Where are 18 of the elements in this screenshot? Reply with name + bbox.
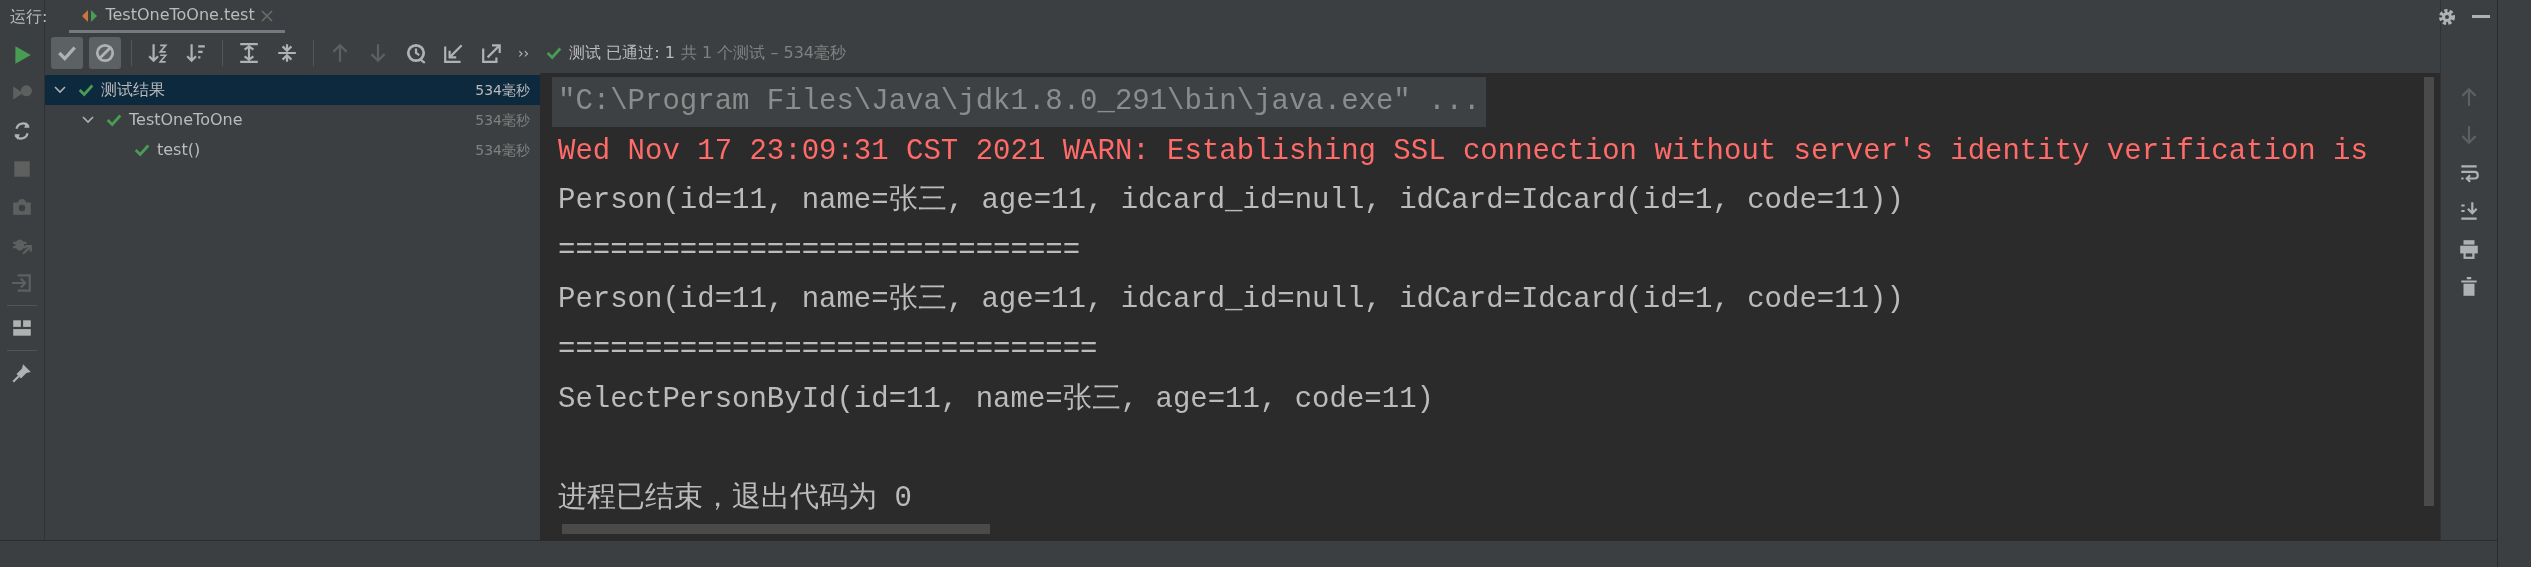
status-result: 测试 已通过: 1 [569, 42, 675, 64]
output-line: Person(id=11, name=张三, age=11, idcard_id=null, idCard=Idcard(id=1, code=11)) [557, 183, 1905, 220]
panel-label: 运行: [10, 5, 48, 28]
test-duration: 534毫秒 [475, 140, 530, 160]
status-summary: 共 1 个测试 – 534毫秒 [680, 42, 846, 64]
test-duration: 534毫秒 [475, 110, 530, 130]
output-line: 进程已结束，退出代码为 0 [557, 480, 913, 517]
output-line: =============================== [557, 331, 1099, 368]
output-line: ============================== [557, 232, 1082, 269]
output-line: Person(id=11, name=张三, age=11, idcard_id=null, idCard=Idcard(id=1, code=11)) [557, 282, 1905, 319]
error-line: Wed Nov 17 23:09:31 CST 2021 WARN: Establishing SSL connection without server's identity verification is [557, 133, 2369, 170]
output-line: SelectPersonById(id=11, name=张三, age=11, code=11) [557, 381, 1435, 418]
test-duration: 534毫秒 [475, 80, 530, 100]
tree-item[interactable]: test() 534毫秒 [45, 135, 540, 165]
tree-item[interactable]: TestOneToOne 534毫秒 [45, 105, 540, 135]
run-tab[interactable]: TestOneToOne.test [69, 0, 285, 33]
tree-item[interactable]: 测试结果 534毫秒 [45, 75, 540, 105]
more-button[interactable]: ›› [514, 42, 534, 64]
